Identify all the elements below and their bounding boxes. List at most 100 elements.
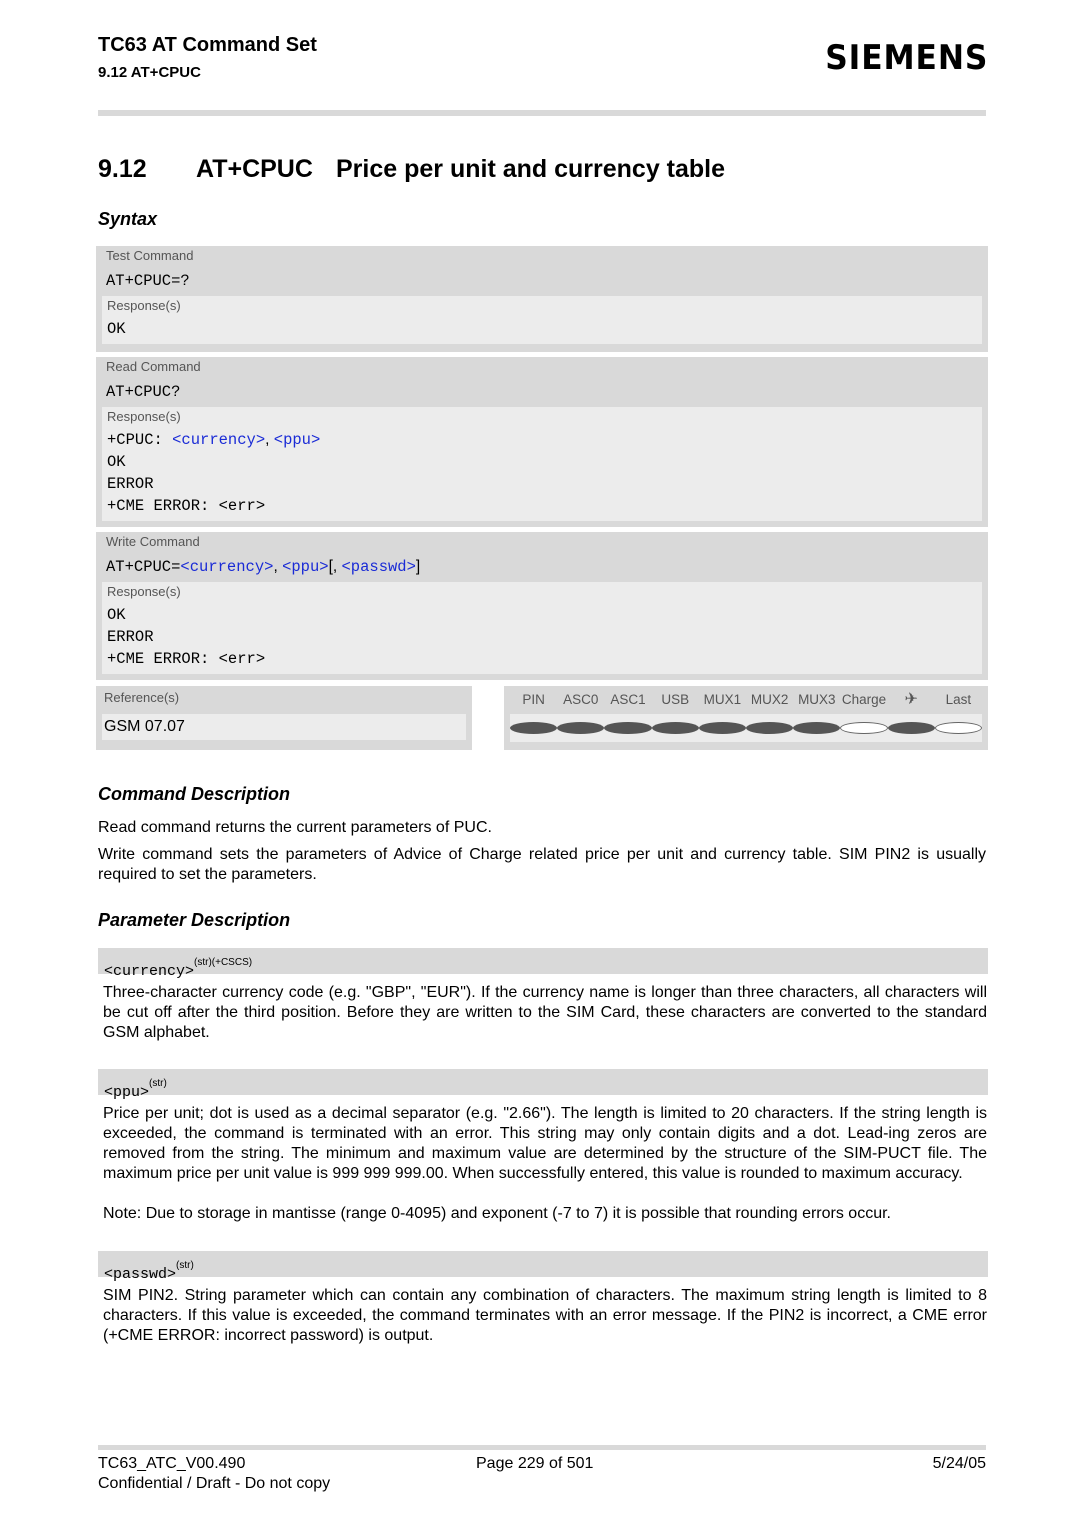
write-command-block: Write Command AT+CPUC=<currency>, <ppu>[… [96, 532, 988, 680]
filled-circle-icon [698, 722, 747, 734]
column-header-usb: USB [661, 691, 690, 707]
test-command-label: Test Command [106, 248, 194, 263]
write-command-responses: Response(s) OK ERROR +CME ERROR: <err> [102, 582, 982, 674]
read-command-responses: Response(s) +CPUC: <currency>, <ppu> OK … [102, 407, 982, 521]
siemens-logo: SIEMENS [824, 38, 988, 78]
header-divider [98, 110, 986, 116]
command-prefix: AT+CPUC= [106, 558, 181, 576]
optional-close: ] [415, 558, 421, 575]
column-header-mux1: MUX1 [703, 691, 742, 707]
empty-circle-icon [840, 722, 888, 734]
read-command-label: Read Command [106, 359, 201, 374]
ppu-param-link[interactable]: <ppu> [282, 558, 329, 576]
command-description-paragraph: Write command sets the parameters of Adv… [98, 846, 986, 883]
indicator-cell-mux1 [698, 722, 747, 734]
read-command-syntax: AT+CPUC? [106, 383, 181, 401]
test-command-syntax: AT+CPUC=? [106, 272, 190, 290]
response-line: OK [107, 320, 126, 338]
indicator-cell-usb [651, 722, 699, 734]
filled-circle-icon [746, 722, 794, 734]
column-header-mux3: MUX3 [798, 691, 836, 707]
references-label: Reference(s) [104, 690, 180, 705]
response-line: +CME ERROR: <err> [107, 497, 266, 515]
response-line: +CME ERROR: <err> [107, 650, 266, 668]
column-header-pin: PIN [522, 691, 545, 707]
indicator-cell-mux3 [793, 722, 841, 734]
syntax-heading: Syntax [98, 209, 158, 229]
ppu-param-link[interactable]: <ppu> [274, 431, 321, 449]
response-line: +CPUC: <currency>, <ppu> [102, 429, 982, 451]
param-passwd-header: <passwd>(str) [98, 1251, 988, 1283]
param-ppu-note: Note: Due to storage in mantisse (range … [103, 1205, 891, 1222]
response-prefix: +CPUC: [107, 431, 173, 449]
footer-page-number: Page 229 of 501 [476, 1455, 594, 1472]
indicator-cell-asc1 [604, 722, 652, 734]
references-value: GSM 07.07 [102, 714, 466, 740]
filled-circle-icon [651, 722, 699, 734]
param-type: (str) [149, 1078, 167, 1089]
footer-doc-id: TC63_ATC_V00.490 [98, 1455, 246, 1472]
command-description-paragraph: Read command returns the current paramet… [98, 819, 492, 836]
write-command-syntax: AT+CPUC=<currency>, <ppu>[, <passwd>] [96, 554, 988, 582]
airplane-icon: ✈ [904, 691, 918, 708]
param-ppu-header: <ppu>(str) [98, 1069, 988, 1101]
currency-param-link[interactable]: <currency> [180, 558, 273, 576]
param-name: <ppu> [104, 1084, 150, 1101]
filled-circle-icon [887, 722, 935, 734]
param-currency-description: Three-character currency code (e.g. "GBP… [103, 984, 987, 1041]
section-number: 9.12 [98, 155, 147, 183]
read-command-block: Read Command AT+CPUC? Response(s) +CPUC:… [96, 357, 988, 527]
empty-circle-icon [934, 722, 983, 734]
command-title: Price per unit and currency table [336, 155, 726, 183]
indicator-cell-charge [840, 722, 888, 734]
filled-circle-icon [557, 722, 605, 734]
column-header-asc0: ASC0 [563, 691, 599, 707]
separator: , [265, 431, 274, 448]
param-currency-header: <currency>(str)(+CSCS) [98, 948, 988, 980]
command-name: AT+CPUC [196, 155, 313, 183]
section-reference: 9.12 AT+CPUC [98, 64, 201, 81]
response-line: OK [107, 606, 126, 624]
currency-param-link[interactable]: <currency> [172, 431, 265, 449]
test-command-responses: Response(s) OK [102, 296, 982, 344]
response-line: OK [107, 453, 126, 471]
column-header-charge: Charge [841, 691, 887, 707]
parameter-description-heading: Parameter Description [98, 910, 291, 930]
responses-label: Response(s) [107, 584, 181, 599]
param-type: (str) [176, 1260, 194, 1271]
param-ppu-description: Price per unit; dot is used as a decimal… [103, 1105, 987, 1182]
write-command-label: Write Command [106, 534, 200, 549]
indicator-cell-asc0 [557, 722, 605, 734]
indicator-cell-pin [510, 722, 558, 734]
column-header-asc1: ASC1 [610, 691, 646, 707]
column-header-last: Last [945, 691, 972, 707]
interface-headers: PIN ASC0 ASC1 USB MUX1 MUX2 MUX3 Charge ✈ Last [504, 686, 988, 712]
passwd-param-link[interactable]: <passwd> [342, 558, 416, 576]
indicator-cell-mux2 [746, 722, 794, 734]
optional-open: [, [328, 558, 342, 575]
indicator-cell-last [934, 722, 983, 734]
param-passwd-description: SIM PIN2. String parameter which can con… [103, 1287, 987, 1344]
param-type: (str)(+CSCS) [194, 957, 253, 968]
responses-label: Response(s) [107, 409, 181, 424]
page-title: 9.12 AT+CPUC Price per unit and currency t… [98, 155, 725, 184]
interface-support-table: PIN ASC0 ASC1 USB MUX1 MUX2 MUX3 Charge ✈ Last [504, 686, 988, 750]
filled-circle-icon [510, 722, 558, 734]
references-block: Reference(s) GSM 07.07 [96, 686, 472, 750]
filled-circle-icon [793, 722, 841, 734]
footer-date: 5/24/05 [932, 1455, 986, 1472]
column-header-mux2: MUX2 [750, 691, 789, 707]
test-command-block: Test Command AT+CPUC=? Response(s) OK [96, 246, 988, 352]
indicator-cell-airplane [887, 722, 935, 734]
param-name: <currency> [104, 963, 195, 980]
footer-confidential: Confidential / Draft - Do not copy [98, 1475, 331, 1492]
separator: , [273, 558, 283, 575]
document-title: TC63 AT Command Set [98, 34, 317, 56]
filled-circle-icon [604, 722, 652, 734]
response-line: ERROR [107, 475, 154, 493]
footer-divider [98, 1445, 986, 1450]
command-description-heading: Command Description [98, 784, 291, 804]
param-name: <passwd> [104, 1266, 177, 1283]
interface-indicators [510, 714, 983, 742]
response-line: ERROR [107, 628, 154, 646]
